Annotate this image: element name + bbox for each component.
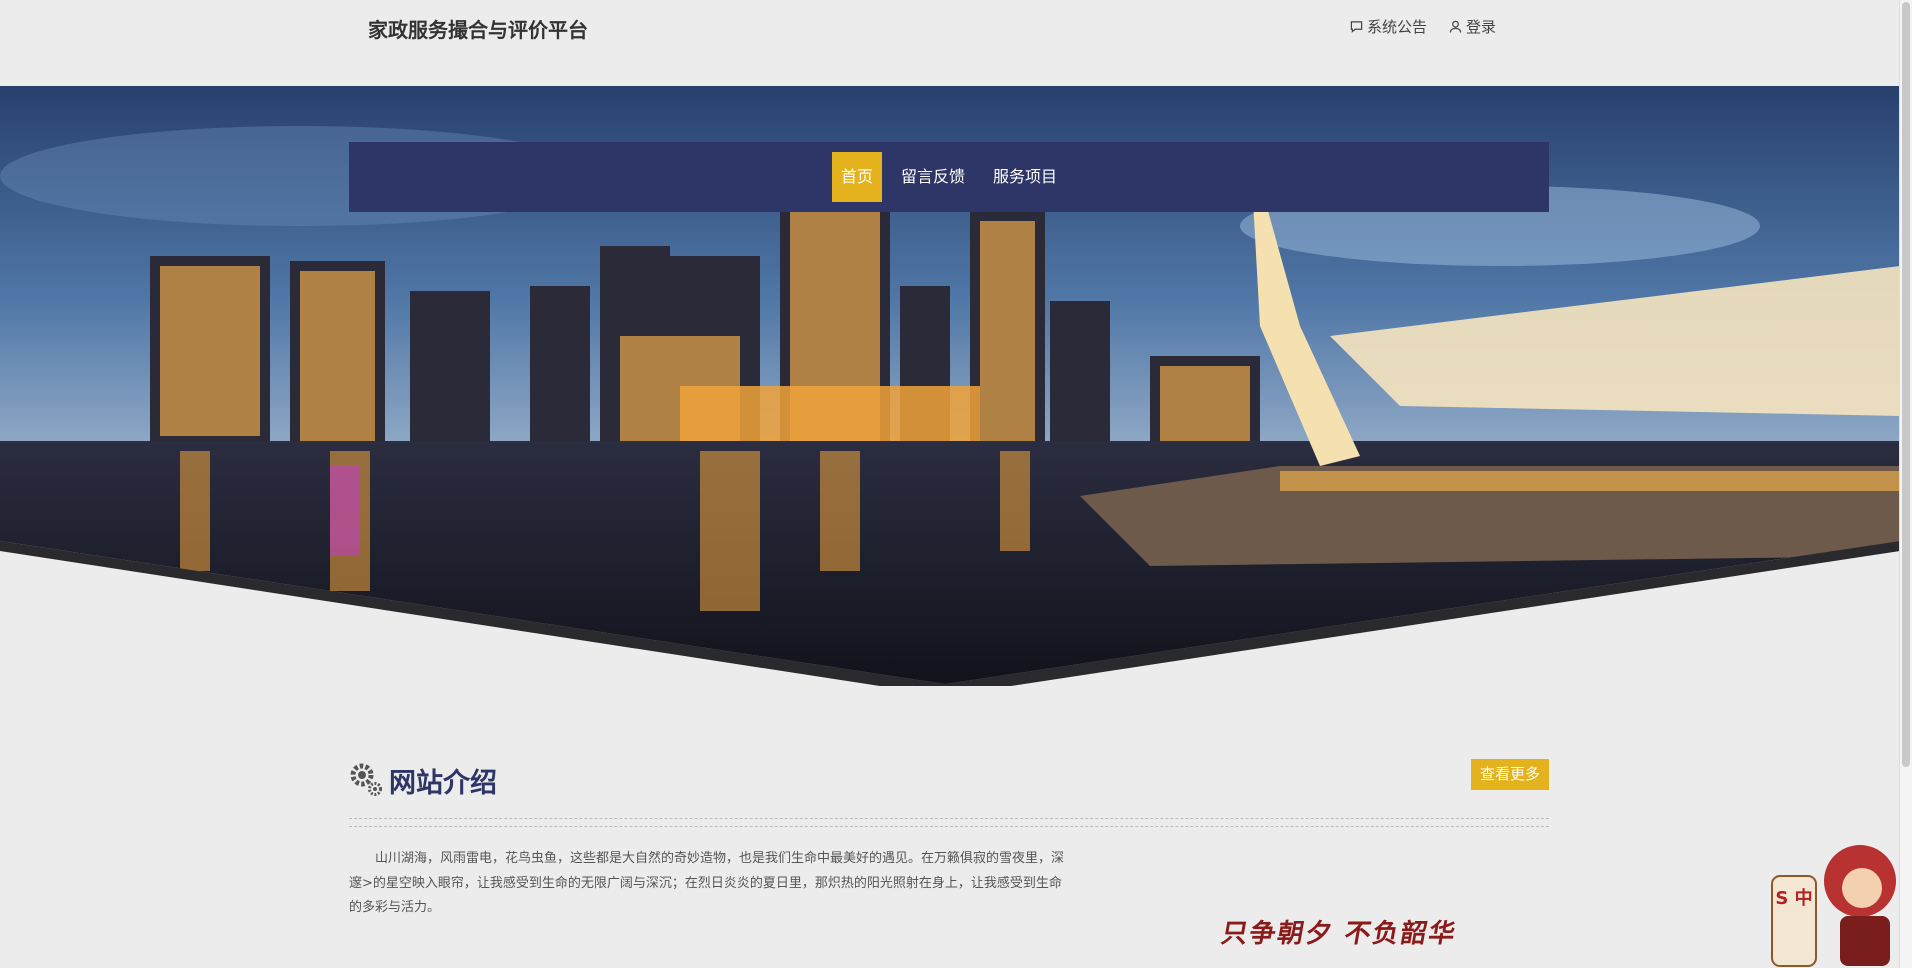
- main-nav: 首页 留言反馈 服务项目: [349, 142, 1549, 212]
- mascot-widget[interactable]: S 中: [1770, 826, 1900, 968]
- message-square-icon: [1350, 21, 1363, 33]
- announcement-label: 系统公告: [1366, 18, 1427, 36]
- header-links: 系统公告 登录: [1350, 16, 1496, 37]
- user-icon: [1449, 20, 1462, 33]
- site-intro-text: 山川湖海，风雨雷电，花鸟虫鱼，这些都是大自然的奇妙造物，也是我们生命中最美好的遇…: [349, 851, 1065, 915]
- about-section-header: 网站介绍 查看更多: [349, 756, 1549, 806]
- announcement-link[interactable]: 系统公告: [1350, 16, 1427, 37]
- login-label: 登录: [1465, 18, 1496, 36]
- nav-feedback[interactable]: 留言反馈: [892, 152, 974, 202]
- vertical-scrollbar[interactable]: [1899, 0, 1912, 968]
- hero-banner: 首页 留言反馈 服务项目: [0, 86, 1900, 686]
- view-more-button[interactable]: 查看更多: [1470, 759, 1549, 790]
- nav-home[interactable]: 首页: [831, 152, 882, 202]
- mascot-badge: S 中: [1775, 887, 1812, 909]
- nav-services[interactable]: 服务项目: [984, 152, 1066, 202]
- calligraphy-slogan: 只争朝夕 不负韶华: [1218, 919, 1460, 949]
- section-title: 网站介绍: [389, 768, 497, 799]
- top-header: 家政服务撮合与评价平台 系统公告 登录: [0, 0, 1900, 86]
- site-title: 家政服务撮合与评价平台: [368, 18, 588, 42]
- section-divider: [349, 818, 1549, 827]
- scrollbar-thumb[interactable]: [1902, 2, 1910, 767]
- login-link[interactable]: 登录: [1449, 16, 1496, 37]
- gear-icon: [350, 763, 382, 796]
